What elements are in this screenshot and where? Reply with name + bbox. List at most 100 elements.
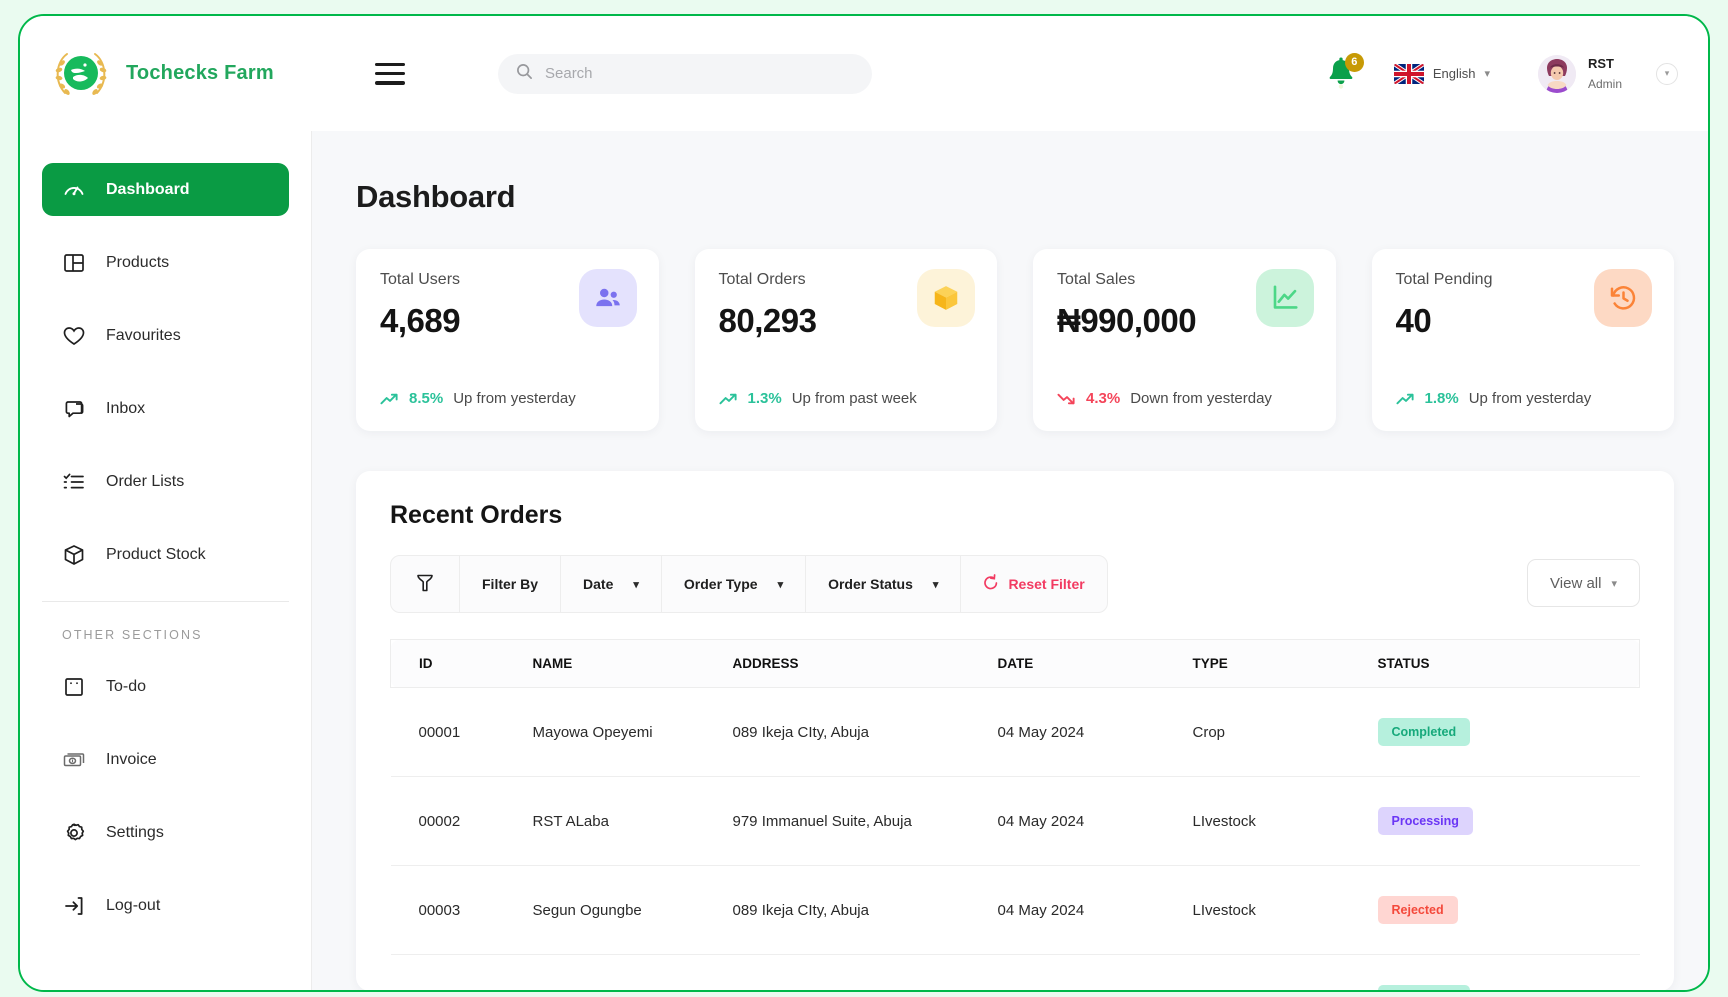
filter-bar: Filter By Date ▾ Order Type ▾ Order Stat… bbox=[390, 555, 1108, 613]
search-input[interactable] bbox=[545, 65, 854, 82]
stat-card-trend-pct: 1.3% bbox=[747, 390, 782, 407]
cell-date: 04 May 2024 bbox=[997, 776, 1193, 866]
view-all-button[interactable]: View all ▾ bbox=[1527, 559, 1640, 607]
hamburger-menu-icon[interactable] bbox=[375, 62, 405, 85]
language-selector[interactable]: English ▾ bbox=[1393, 63, 1490, 84]
user-name: RST bbox=[1587, 55, 1614, 71]
box-package-icon bbox=[62, 543, 86, 567]
cell-address: 089 Ikeja CIty, Abuja bbox=[732, 865, 998, 955]
cell-id: 00001 bbox=[390, 687, 533, 777]
sidebar-item-settings[interactable]: Settings bbox=[42, 806, 289, 859]
sidebar-item-label: Log-out bbox=[106, 896, 161, 914]
cell-status: Completed bbox=[1377, 687, 1640, 777]
search-bar[interactable] bbox=[498, 53, 872, 94]
column-header-type: TYPE bbox=[1192, 639, 1378, 688]
speedometer-icon bbox=[62, 178, 86, 202]
sidebar-item-to-do[interactable]: To-do bbox=[42, 660, 289, 713]
stat-card-trend-text: Down from yesterday bbox=[1130, 390, 1272, 407]
stat-card-trend: 1.3% Up from past week bbox=[718, 390, 917, 407]
main-content: Dashboard Total Users 4,689 8.5% Up from… bbox=[312, 131, 1708, 990]
filter-date-label: Date bbox=[583, 576, 614, 592]
cell-date: 04 May 2024 bbox=[997, 865, 1193, 955]
status-badge: Processing bbox=[1377, 807, 1473, 835]
recent-orders-panel: Recent Orders Filter By Date ▾ Order Typ… bbox=[356, 471, 1674, 990]
sidebar-item-label: Product Stock bbox=[106, 545, 206, 563]
cell-type: LIvestock bbox=[1192, 776, 1378, 866]
search-icon bbox=[516, 63, 533, 85]
logout-arrow-icon bbox=[62, 894, 86, 918]
recent-orders-table: ID NAME ADDRESS DATE TYPE STATUS 00001 M… bbox=[390, 639, 1640, 990]
trend-up-arrow-icon bbox=[1395, 393, 1414, 404]
chevron-down-icon: ▾ bbox=[633, 578, 639, 591]
sidebar-item-label: Dashboard bbox=[106, 180, 190, 198]
sidebar-item-favourites[interactable]: Favourites bbox=[42, 309, 289, 362]
filter-date-dropdown[interactable]: Date ▾ bbox=[561, 556, 662, 612]
stat-card-trend-text: Up from yesterday bbox=[453, 390, 576, 407]
stat-cards: Total Users 4,689 8.5% Up from yesterday bbox=[356, 249, 1674, 431]
sidebar-item-log-out[interactable]: Log-out bbox=[42, 879, 289, 932]
stat-card-trend-pct: 1.8% bbox=[1424, 390, 1459, 407]
clock-history-icon bbox=[1594, 269, 1652, 327]
stat-card-trend-text: Up from yesterday bbox=[1468, 390, 1592, 407]
trend-up-arrow-icon bbox=[718, 393, 737, 404]
filter-order-type-label: Order Type bbox=[683, 576, 758, 592]
uk-flag-icon bbox=[1393, 63, 1424, 84]
sidebar-item-label: Invoice bbox=[106, 750, 157, 768]
cell-name: Yinka Ayefele bbox=[532, 954, 733, 990]
stat-card-total-users: Total Users 4,689 8.5% Up from yesterday bbox=[356, 249, 659, 431]
filter-order-status-dropdown[interactable]: Order Status ▾ bbox=[806, 556, 962, 612]
chevron-down-icon: ▾ bbox=[1611, 577, 1617, 590]
reset-filter-button[interactable]: Reset Filter bbox=[961, 556, 1106, 612]
filter-by-label: Filter By bbox=[460, 556, 562, 612]
table-row[interactable]: 00003 Segun Ogungbe 089 Ikeja CIty, Abuj… bbox=[390, 865, 1640, 955]
sidebar-item-invoice[interactable]: Invoice bbox=[42, 733, 289, 786]
user-menu[interactable]: RST Admin ▾ bbox=[1537, 54, 1678, 94]
status-badge: Completed bbox=[1377, 985, 1471, 990]
top-bar: Tochecks Farm 6 bbox=[20, 16, 1708, 131]
cell-date: 04 May 2024 bbox=[997, 687, 1193, 777]
stat-card-trend-pct: 4.3% bbox=[1086, 390, 1121, 407]
cell-name: RST ALaba bbox=[532, 776, 733, 866]
cell-id: 00003 bbox=[390, 865, 533, 955]
filter-order-type-dropdown[interactable]: Order Type ▾ bbox=[662, 556, 807, 612]
filter-funnel-icon bbox=[415, 572, 435, 597]
stat-card-total-pending: Total Pending 40 1.8% Up from yesterday bbox=[1371, 249, 1674, 431]
cell-status: Rejected bbox=[1377, 865, 1640, 955]
cube-box-icon bbox=[917, 269, 975, 327]
sidebar-item-dashboard[interactable]: Dashboard bbox=[42, 163, 289, 216]
money-bills-icon bbox=[62, 748, 86, 772]
stat-card-trend-text: Up from past week bbox=[791, 390, 917, 407]
table-row[interactable]: 00002 RST ALaba 979 Immanuel Suite, Abuj… bbox=[390, 776, 1640, 866]
cell-address: 089 Ikeja CIty, Abuja bbox=[732, 687, 998, 777]
avatar bbox=[1537, 54, 1576, 93]
filter-order-status-label: Order Status bbox=[828, 576, 913, 592]
table-row[interactable]: 00004 Yinka Ayefele 979 Immanuel Suite, … bbox=[390, 954, 1640, 990]
cell-date: 04 May 2024 bbox=[997, 954, 1193, 990]
stat-card-total-sales: Total Sales ₦990,000 4.3% Down from yest… bbox=[1033, 249, 1336, 431]
gear-icon bbox=[62, 821, 86, 845]
reset-circular-arrow-icon bbox=[983, 574, 999, 594]
table-row[interactable]: 00001 Mayowa Opeyemi 089 Ikeja CIty, Abu… bbox=[390, 687, 1640, 777]
reset-filter-label: Reset Filter bbox=[1008, 576, 1085, 592]
sidebar-item-order-lists[interactable]: Order Lists bbox=[42, 455, 289, 508]
brand[interactable]: Tochecks Farm bbox=[20, 43, 305, 105]
chevron-down-icon: ▾ bbox=[932, 578, 939, 591]
notes-board-icon bbox=[62, 675, 86, 699]
column-header-id: ID bbox=[390, 639, 533, 688]
user-menu-chevron-down-icon[interactable]: ▾ bbox=[1656, 62, 1678, 85]
status-badge: Completed bbox=[1377, 718, 1471, 746]
cell-id: 00004 bbox=[390, 954, 533, 990]
filter-funnel-button[interactable] bbox=[391, 556, 460, 612]
sidebar-item-products[interactable]: Products bbox=[42, 236, 289, 289]
sidebar-item-label: Products bbox=[106, 253, 170, 271]
notifications-button[interactable]: 6 bbox=[1326, 52, 1364, 91]
sidebar-item-label: Favourites bbox=[106, 326, 181, 344]
sidebar-item-inbox[interactable]: Inbox bbox=[42, 382, 289, 435]
cell-id: 00002 bbox=[390, 776, 533, 866]
notification-count-badge: 6 bbox=[1344, 52, 1364, 72]
sidebar-item-product-stock[interactable]: Product Stock bbox=[42, 528, 289, 581]
cell-address: 979 Immanuel Suite, Abuja bbox=[732, 776, 998, 866]
sidebar-item-label: Inbox bbox=[106, 399, 146, 417]
column-header-address: ADDRESS bbox=[732, 639, 998, 688]
sidebar-item-label: To-do bbox=[106, 677, 147, 695]
